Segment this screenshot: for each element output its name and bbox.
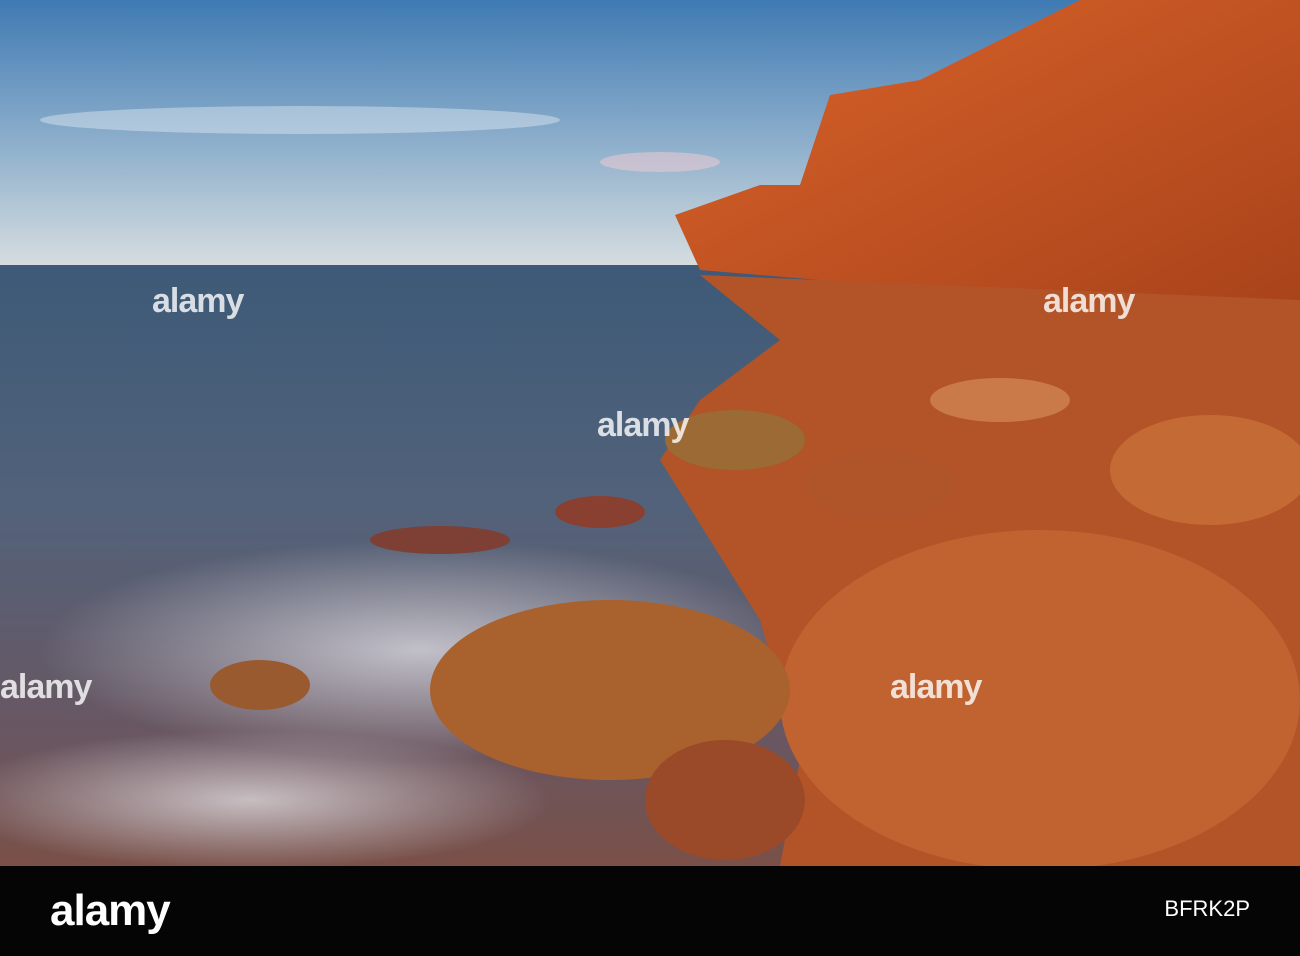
- watermark: alamy: [597, 406, 689, 444]
- cloud: [600, 152, 720, 172]
- rock: [555, 496, 645, 528]
- alamy-logo: alamy: [50, 886, 171, 935]
- watermark: alamy: [152, 282, 244, 320]
- rock: [370, 526, 510, 554]
- photo-stage: alamy alamy alamy alamy alamy alamy BFRK…: [0, 0, 1300, 956]
- footer-bar: alamy BFRK2P: [0, 866, 1300, 956]
- rock: [930, 378, 1070, 422]
- cloud: [40, 106, 560, 134]
- image-id: BFRK2P: [1164, 896, 1250, 921]
- rock: [645, 740, 805, 860]
- rock: [805, 450, 955, 520]
- watermark: alamy: [890, 668, 982, 706]
- rock: [210, 660, 310, 710]
- watermark: alamy: [0, 668, 92, 706]
- watermark: alamy: [1043, 282, 1135, 320]
- rock: [780, 530, 1300, 866]
